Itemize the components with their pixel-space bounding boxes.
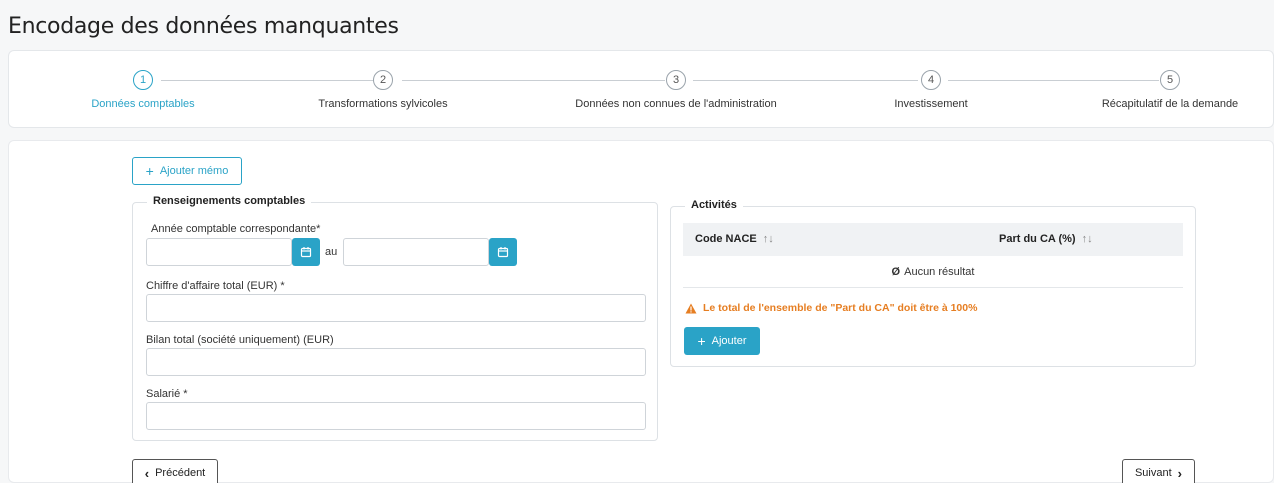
step-2-label[interactable]: Transformations sylvicoles: [318, 98, 447, 110]
step-1-indicator[interactable]: 1: [133, 70, 153, 90]
year-from-input[interactable]: [146, 238, 292, 266]
step-1-label[interactable]: Données comptables: [91, 98, 194, 110]
year-to-input[interactable]: [343, 238, 489, 266]
column-header-label: Part du CA (%): [999, 233, 1076, 245]
calendar-icon: [497, 247, 509, 258]
step-connector: [161, 80, 374, 81]
column-header-part-ca[interactable]: Part du CA (%) ↑↓: [999, 233, 1093, 245]
empty-state-text: Aucun résultat: [904, 265, 975, 278]
chevron-left-icon: ‹: [144, 465, 150, 481]
sort-icon[interactable]: ↑↓: [763, 233, 774, 245]
activities-table-header: Code NACE ↑↓ Part du CA (%) ↑↓: [683, 223, 1183, 256]
step-4-indicator[interactable]: 4: [921, 70, 941, 90]
column-header-label: Code NACE: [695, 233, 757, 245]
step-2-indicator[interactable]: 2: [373, 70, 393, 90]
turnover-input[interactable]: [146, 294, 646, 322]
calendar-icon: [300, 247, 312, 258]
add-memo-button[interactable]: + Ajouter mémo: [132, 157, 242, 185]
balance-label: Bilan total (société uniquement) (EUR): [146, 334, 334, 346]
accounting-year-label: Année comptable correspondante*: [151, 223, 321, 235]
form-card: + Ajouter mémo Renseignements comptables…: [8, 140, 1274, 483]
activities-section: Activités Code NACE ↑↓ Part du CA (%) ↑↓ Ø…: [670, 199, 1196, 367]
stepper: 1 2 3 4 5 Données comptables Transformat…: [8, 50, 1274, 128]
previous-button[interactable]: ‹ Précédent: [132, 459, 218, 483]
step-3-label[interactable]: Données non connues de l'administration: [575, 98, 776, 110]
step-3-indicator[interactable]: 3: [666, 70, 686, 90]
step-4-label[interactable]: Investissement: [894, 98, 967, 110]
page-title: Encodage des données manquantes: [8, 14, 399, 39]
activities-legend: Activités: [685, 199, 743, 211]
empty-state: Ø Aucun résultat: [683, 256, 1183, 288]
add-activity-label: Ajouter: [711, 335, 747, 347]
year-from-calendar-button[interactable]: [292, 238, 320, 266]
step-5-label[interactable]: Récapitulatif de la demande: [1102, 98, 1238, 110]
balance-input[interactable]: [146, 348, 646, 376]
step-connector: [948, 80, 1159, 81]
warning-icon: [685, 303, 697, 313]
step-5-indicator[interactable]: 5: [1160, 70, 1180, 90]
percentage-warning: Le total de l'ensemble de "Part du CA" d…: [685, 302, 977, 314]
add-memo-label: Ajouter mémo: [159, 165, 229, 177]
year-between-label: au: [325, 246, 338, 258]
next-label: Suivant: [1134, 467, 1172, 479]
previous-label: Précédent: [155, 467, 206, 479]
plus-icon: +: [697, 333, 706, 349]
warning-text: Le total de l'ensemble de "Part du CA" d…: [703, 302, 978, 314]
turnover-label: Chiffre d'affaire total (EUR) *: [146, 280, 285, 292]
plus-icon: +: [145, 163, 154, 179]
sort-icon[interactable]: ↑↓: [1082, 233, 1093, 245]
year-to-calendar-button[interactable]: [489, 238, 517, 266]
next-button[interactable]: Suivant ›: [1122, 459, 1195, 483]
step-connector: [693, 80, 918, 81]
accounting-legend: Renseignements comptables: [147, 195, 312, 207]
employees-label: Salarié *: [146, 388, 188, 400]
empty-set-icon: Ø: [891, 265, 901, 278]
add-activity-button[interactable]: + Ajouter: [684, 327, 760, 355]
chevron-right-icon: ›: [1177, 465, 1183, 481]
step-connector: [402, 80, 665, 81]
employees-input[interactable]: [146, 402, 646, 430]
accounting-section: Renseignements comptables Année comptabl…: [132, 195, 658, 441]
column-header-code-nace[interactable]: Code NACE ↑↓: [695, 233, 774, 245]
